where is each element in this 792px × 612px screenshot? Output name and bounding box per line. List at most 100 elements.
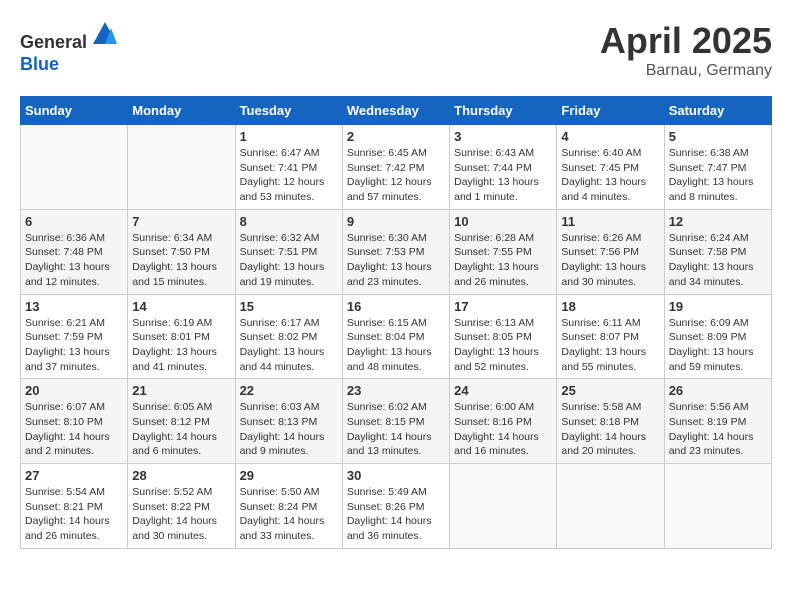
calendar-cell: 23 Sunrise: 6:02 AM Sunset: 8:15 PM Dayli… xyxy=(342,379,449,464)
calendar-header: SundayMondayTuesdayWednesdayThursdayFrid… xyxy=(21,97,772,125)
calendar-cell xyxy=(557,464,664,549)
day-info: Sunrise: 6:02 AM Sunset: 8:15 PM Dayligh… xyxy=(347,400,445,459)
month-title: April 2025 xyxy=(600,20,772,62)
calendar-cell: 6Sunrise: 6:36 AM Sunset: 7:48 PM Daylig… xyxy=(21,209,128,294)
day-info: Sunrise: 6:11 AM Sunset: 8:07 PM Dayligh… xyxy=(561,316,659,375)
calendar-cell: 2 Sunrise: 6:45 AM Sunset: 7:42 PM Daylig… xyxy=(342,125,449,210)
calendar-body: 1Sunrise: 6:47 AM Sunset: 7:41 PM Daylig… xyxy=(21,125,772,549)
day-number: 29 xyxy=(240,468,338,483)
logo-icon xyxy=(91,20,119,48)
header-row: SundayMondayTuesdayWednesdayThursdayFrid… xyxy=(21,97,772,125)
day-info: Sunrise: 6:36 AM Sunset: 7:48 PM Dayligh… xyxy=(25,231,123,290)
calendar-cell: 24 Sunrise: 6:00 AM Sunset: 8:16 PM Dayli… xyxy=(450,379,557,464)
weekday-header-saturday: Saturday xyxy=(664,97,771,125)
day-number: 21 xyxy=(132,383,230,398)
day-number: 25 xyxy=(561,383,659,398)
day-number: 24 xyxy=(454,383,552,398)
day-number: 23 xyxy=(347,383,445,398)
day-number: 20 xyxy=(25,383,123,398)
page-header: General Blue April 2025 Barnau, Germany xyxy=(20,20,772,80)
day-number: 12 xyxy=(669,214,767,229)
day-info: Sunrise: 6:28 AM Sunset: 7:55 PM Dayligh… xyxy=(454,231,552,290)
day-info: Sunrise: 6:45 AM Sunset: 7:42 PM Dayligh… xyxy=(347,146,445,205)
weekday-header-friday: Friday xyxy=(557,97,664,125)
calendar-cell: 28 Sunrise: 5:52 AM Sunset: 8:22 PM Dayli… xyxy=(128,464,235,549)
calendar-cell: 17 Sunrise: 6:13 AM Sunset: 8:05 PM Dayli… xyxy=(450,294,557,379)
day-info: Sunrise: 6:07 AM Sunset: 8:10 PM Dayligh… xyxy=(25,400,123,459)
calendar-cell: 9Sunrise: 6:30 AM Sunset: 7:53 PM Daylig… xyxy=(342,209,449,294)
day-number: 16 xyxy=(347,299,445,314)
calendar-cell: 27Sunrise: 5:54 AM Sunset: 8:21 PM Dayli… xyxy=(21,464,128,549)
calendar-cell: 3 Sunrise: 6:43 AM Sunset: 7:44 PM Daylig… xyxy=(450,125,557,210)
day-number: 15 xyxy=(240,299,338,314)
day-number: 5 xyxy=(669,129,767,144)
calendar-cell xyxy=(450,464,557,549)
week-row-1: 1Sunrise: 6:47 AM Sunset: 7:41 PM Daylig… xyxy=(21,125,772,210)
day-number: 28 xyxy=(132,468,230,483)
day-info: Sunrise: 5:49 AM Sunset: 8:26 PM Dayligh… xyxy=(347,485,445,544)
day-info: Sunrise: 6:05 AM Sunset: 8:12 PM Dayligh… xyxy=(132,400,230,459)
day-number: 9 xyxy=(347,214,445,229)
day-info: Sunrise: 6:43 AM Sunset: 7:44 PM Dayligh… xyxy=(454,146,552,205)
day-info: Sunrise: 6:40 AM Sunset: 7:45 PM Dayligh… xyxy=(561,146,659,205)
day-info: Sunrise: 5:56 AM Sunset: 8:19 PM Dayligh… xyxy=(669,400,767,459)
day-number: 13 xyxy=(25,299,123,314)
calendar-cell xyxy=(21,125,128,210)
day-info: Sunrise: 5:58 AM Sunset: 8:18 PM Dayligh… xyxy=(561,400,659,459)
day-info: Sunrise: 6:19 AM Sunset: 8:01 PM Dayligh… xyxy=(132,316,230,375)
day-number: 27 xyxy=(25,468,123,483)
calendar-cell: 22Sunrise: 6:03 AM Sunset: 8:13 PM Dayli… xyxy=(235,379,342,464)
calendar-cell: 30Sunrise: 5:49 AM Sunset: 8:26 PM Dayli… xyxy=(342,464,449,549)
day-number: 19 xyxy=(669,299,767,314)
day-number: 8 xyxy=(240,214,338,229)
calendar-cell: 20 Sunrise: 6:07 AM Sunset: 8:10 PM Dayli… xyxy=(21,379,128,464)
calendar-cell: 21 Sunrise: 6:05 AM Sunset: 8:12 PM Dayli… xyxy=(128,379,235,464)
calendar-table: SundayMondayTuesdayWednesdayThursdayFrid… xyxy=(20,96,772,549)
day-info: Sunrise: 6:24 AM Sunset: 7:58 PM Dayligh… xyxy=(669,231,767,290)
day-info: Sunrise: 5:52 AM Sunset: 8:22 PM Dayligh… xyxy=(132,485,230,544)
calendar-cell xyxy=(664,464,771,549)
day-info: Sunrise: 6:26 AM Sunset: 7:56 PM Dayligh… xyxy=(561,231,659,290)
day-info: Sunrise: 6:00 AM Sunset: 8:16 PM Dayligh… xyxy=(454,400,552,459)
week-row-3: 13 Sunrise: 6:21 AM Sunset: 7:59 PM Dayli… xyxy=(21,294,772,379)
day-info: Sunrise: 6:13 AM Sunset: 8:05 PM Dayligh… xyxy=(454,316,552,375)
day-number: 4 xyxy=(561,129,659,144)
weekday-header-thursday: Thursday xyxy=(450,97,557,125)
day-info: Sunrise: 6:15 AM Sunset: 8:04 PM Dayligh… xyxy=(347,316,445,375)
calendar-cell: 15Sunrise: 6:17 AM Sunset: 8:02 PM Dayli… xyxy=(235,294,342,379)
day-info: Sunrise: 6:34 AM Sunset: 7:50 PM Dayligh… xyxy=(132,231,230,290)
day-number: 3 xyxy=(454,129,552,144)
calendar-cell: 19 Sunrise: 6:09 AM Sunset: 8:09 PM Dayli… xyxy=(664,294,771,379)
calendar-cell: 25 Sunrise: 5:58 AM Sunset: 8:18 PM Dayli… xyxy=(557,379,664,464)
day-number: 17 xyxy=(454,299,552,314)
calendar-cell: 1Sunrise: 6:47 AM Sunset: 7:41 PM Daylig… xyxy=(235,125,342,210)
calendar-cell: 16 Sunrise: 6:15 AM Sunset: 8:04 PM Dayli… xyxy=(342,294,449,379)
calendar-cell: 4 Sunrise: 6:40 AM Sunset: 7:45 PM Daylig… xyxy=(557,125,664,210)
day-info: Sunrise: 6:09 AM Sunset: 8:09 PM Dayligh… xyxy=(669,316,767,375)
weekday-header-sunday: Sunday xyxy=(21,97,128,125)
calendar-cell: 7Sunrise: 6:34 AM Sunset: 7:50 PM Daylig… xyxy=(128,209,235,294)
day-info: Sunrise: 6:03 AM Sunset: 8:13 PM Dayligh… xyxy=(240,400,338,459)
day-number: 18 xyxy=(561,299,659,314)
logo-blue: Blue xyxy=(20,54,59,74)
day-number: 2 xyxy=(347,129,445,144)
week-row-2: 6Sunrise: 6:36 AM Sunset: 7:48 PM Daylig… xyxy=(21,209,772,294)
calendar-cell: 26 Sunrise: 5:56 AM Sunset: 8:19 PM Dayli… xyxy=(664,379,771,464)
day-number: 26 xyxy=(669,383,767,398)
location-subtitle: Barnau, Germany xyxy=(600,62,772,80)
calendar-cell: 18 Sunrise: 6:11 AM Sunset: 8:07 PM Dayli… xyxy=(557,294,664,379)
logo-general: General xyxy=(20,32,87,52)
calendar-cell: 11 Sunrise: 6:26 AM Sunset: 7:56 PM Dayli… xyxy=(557,209,664,294)
day-info: Sunrise: 6:32 AM Sunset: 7:51 PM Dayligh… xyxy=(240,231,338,290)
logo: General Blue xyxy=(20,20,119,75)
day-number: 11 xyxy=(561,214,659,229)
week-row-5: 27Sunrise: 5:54 AM Sunset: 8:21 PM Dayli… xyxy=(21,464,772,549)
title-block: April 2025 Barnau, Germany xyxy=(600,20,772,80)
calendar-cell: 13 Sunrise: 6:21 AM Sunset: 7:59 PM Dayli… xyxy=(21,294,128,379)
day-info: Sunrise: 6:21 AM Sunset: 7:59 PM Dayligh… xyxy=(25,316,123,375)
day-number: 1 xyxy=(240,129,338,144)
calendar-cell: 10 Sunrise: 6:28 AM Sunset: 7:55 PM Dayli… xyxy=(450,209,557,294)
weekday-header-wednesday: Wednesday xyxy=(342,97,449,125)
day-number: 10 xyxy=(454,214,552,229)
weekday-header-tuesday: Tuesday xyxy=(235,97,342,125)
